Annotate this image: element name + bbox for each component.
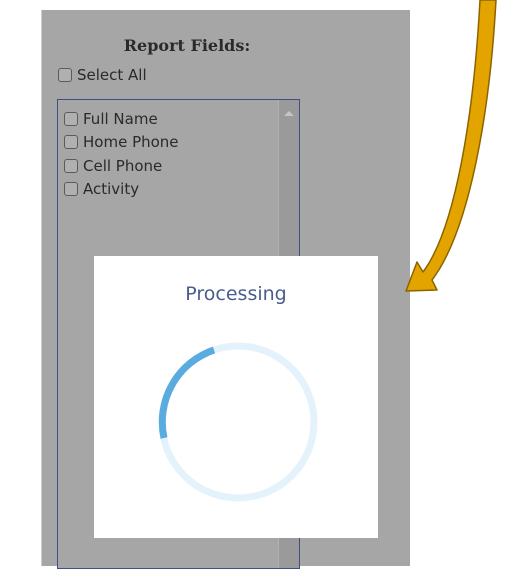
checkbox[interactable]: [64, 182, 78, 197]
select-all-checkbox[interactable]: [58, 68, 72, 82]
list-item-activity[interactable]: Activity: [64, 178, 179, 202]
checkbox[interactable]: [64, 158, 78, 173]
list-item-label: Home Phone: [83, 133, 179, 152]
scroll-up-arrow-icon[interactable]: [284, 111, 294, 116]
list-item-full-name[interactable]: Full Name: [64, 107, 179, 131]
loading-spinner-icon: [158, 342, 318, 502]
select-all-label: Select All: [77, 66, 147, 84]
checkbox[interactable]: [64, 135, 78, 150]
list-item-label: Activity: [83, 180, 140, 199]
list-item-label: Cell Phone: [83, 156, 163, 175]
list-item-home-phone[interactable]: Home Phone: [64, 131, 179, 155]
panel-title: Report Fields:: [123, 36, 251, 55]
list-item-cell-phone[interactable]: Cell Phone: [64, 154, 179, 178]
spinner-arc: [158, 346, 216, 439]
arrow-body: [405, 0, 497, 292]
select-all-option[interactable]: Select All: [58, 66, 147, 84]
list-item-label: Full Name: [83, 109, 158, 128]
processing-dialog: Processing: [94, 256, 378, 538]
processing-title: Processing: [185, 283, 287, 305]
report-fields-list: Full Name Home Phone Cell Phone Activity: [64, 107, 179, 201]
checkbox[interactable]: [64, 111, 78, 126]
